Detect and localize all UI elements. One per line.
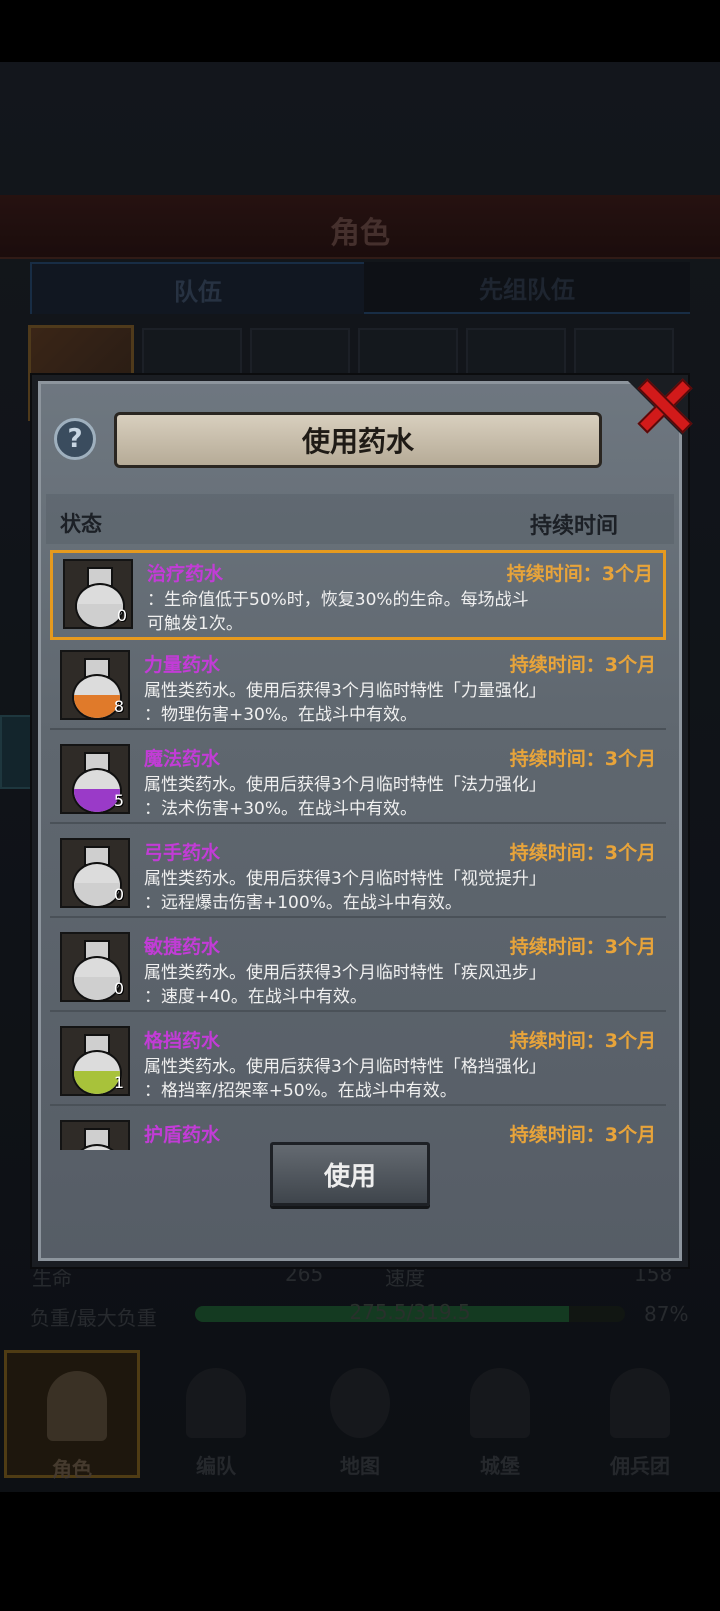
- potion-count: 8: [113, 697, 124, 716]
- potion-description: 属性类药水。使用后获得3个月临时特性「视觉提升」: [144, 869, 546, 889]
- potion-icon: 0: [60, 932, 130, 1002]
- potion-name: 治疗药水: [147, 563, 224, 585]
- question-icon[interactable]: ?: [54, 418, 96, 460]
- potion-name: 敏捷药水: [144, 936, 221, 958]
- column-status: 状态: [60, 512, 102, 536]
- potion-name: 格挡药水: [144, 1030, 221, 1052]
- potion-description: ：物理伤害+30%。在战斗中有效。: [144, 705, 418, 725]
- close-icon[interactable]: [636, 378, 693, 434]
- potion-count: 5: [113, 791, 124, 810]
- potion-description: 属性类药水。使用后获得3个月临时特性「力量强化」: [144, 681, 546, 701]
- navigation-bar: [0, 1492, 720, 1611]
- potion-description: ：生命值低于50%时，恢复30%的生命。每场战斗: [147, 590, 529, 610]
- potion-duration: 持续时间：3个月: [509, 1124, 656, 1146]
- use-button[interactable]: 使用: [270, 1142, 430, 1206]
- potion-row[interactable]: 0 弓手药水 持续时间：3个月属性类药水。使用后获得3个月临时特性「视觉提升」 ：远程…: [50, 832, 666, 918]
- potion-description: 属性类药水。使用后获得3个月临时特性「格挡强化」: [144, 1057, 546, 1077]
- potion-name: 护盾药水: [144, 1124, 221, 1146]
- potion-description: 属性类药水。使用后获得3个月临时特性「疾风迅步」: [144, 963, 546, 983]
- potion-duration: 持续时间：3个月: [509, 654, 656, 676]
- potion-description: ：远程爆击伤害+100%。在战斗中有效。: [144, 893, 462, 913]
- potion-row[interactable]: 8 力量药水 持续时间：3个月属性类药水。使用后获得3个月临时特性「力量强化」 ：物理…: [50, 644, 666, 730]
- potion-list[interactable]: 0 治疗药水 持续时间：3个月 ：生命值低于50%时，恢复30%的生命。每场战斗 可触发…: [46, 550, 674, 1150]
- potion-name: 弓手药水: [144, 842, 221, 864]
- column-duration: 持续时间: [530, 514, 619, 539]
- dialog-title: 使用药水: [114, 412, 602, 468]
- potion-count: 0: [113, 979, 124, 998]
- potion-row[interactable]: 5 魔法药水 持续时间：3个月属性类药水。使用后获得3个月临时特性「法力强化」 ：法术…: [50, 738, 666, 824]
- potion-count: 1: [113, 1073, 124, 1092]
- potion-duration: 持续时间：3个月: [506, 563, 653, 585]
- potion-description: ：法术伤害+30%。在战斗中有效。: [144, 799, 418, 819]
- potion-row[interactable]: 0 敏捷药水 持续时间：3个月属性类药水。使用后获得3个月临时特性「疾风迅步」 ：速度…: [50, 926, 666, 1012]
- potion-description: 可触发1次。: [147, 614, 243, 634]
- potion-icon: 1: [60, 1026, 130, 1096]
- potion-icon: 0: [60, 838, 130, 908]
- potion-count: 0: [116, 606, 127, 625]
- potion-description: 属性类药水。使用后获得3个月临时特性「法力强化」: [144, 775, 546, 795]
- potion-count: 0: [113, 885, 124, 904]
- potion-duration: 持续时间：3个月: [509, 1030, 656, 1052]
- potion-description: ：速度+40。在战斗中有效。: [144, 987, 367, 1007]
- potion-duration: 持续时间：3个月: [509, 936, 656, 958]
- potion-icon: 8: [60, 650, 130, 720]
- status-bar: [0, 0, 720, 62]
- potion-name: 力量药水: [144, 654, 221, 676]
- potion-description: ：格挡率/招架率+50%。在战斗中有效。: [144, 1081, 457, 1101]
- potion-icon: [60, 1120, 130, 1150]
- potion-name: 魔法药水: [144, 748, 221, 770]
- potion-duration: 持续时间：3个月: [509, 748, 656, 770]
- potion-row[interactable]: 0 治疗药水 持续时间：3个月 ：生命值低于50%时，恢复30%的生命。每场战斗 可触发…: [50, 550, 666, 640]
- potion-duration: 持续时间：3个月: [509, 842, 656, 864]
- potion-row[interactable]: 1 格挡药水 持续时间：3个月属性类药水。使用后获得3个月临时特性「格挡强化」 ：格挡…: [50, 1020, 666, 1106]
- potion-icon: 5: [60, 744, 130, 814]
- potion-icon: 0: [63, 559, 133, 629]
